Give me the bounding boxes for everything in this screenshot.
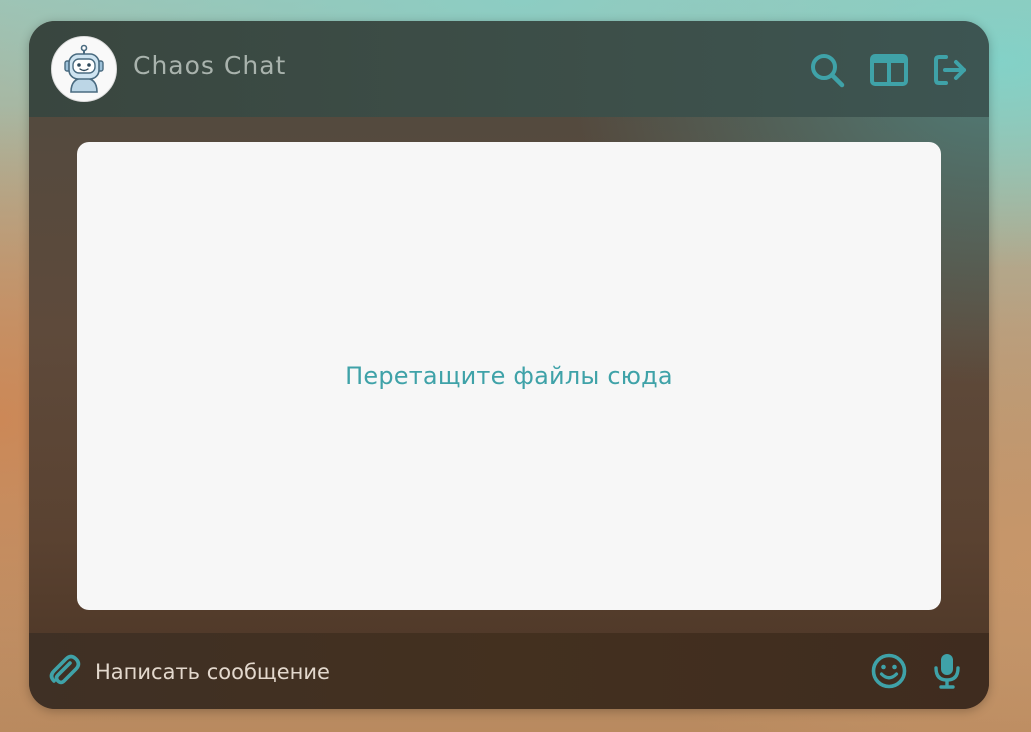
paperclip-icon <box>49 654 81 685</box>
file-dropzone[interactable]: Перетащите файлы сюда <box>77 142 941 610</box>
search-button[interactable] <box>807 50 847 90</box>
chat-header: Chaos Chat <box>29 21 989 117</box>
chat-window: Chaos Chat Перетащите файлы сюда <box>29 21 989 709</box>
split-view-button[interactable] <box>869 50 909 90</box>
dropzone-label: Перетащите файлы сюда <box>345 362 673 390</box>
smiley-icon <box>871 653 907 689</box>
app-title: Chaos Chat <box>133 51 287 80</box>
avatar[interactable] <box>51 36 117 102</box>
microphone-icon <box>934 654 960 689</box>
message-input[interactable] <box>93 652 857 692</box>
emoji-button[interactable] <box>869 651 909 691</box>
search-icon <box>811 54 845 88</box>
attach-button[interactable] <box>45 651 85 691</box>
robot-icon <box>64 44 104 93</box>
voice-button[interactable] <box>927 651 967 691</box>
logout-icon <box>934 55 966 85</box>
message-composer <box>29 633 989 709</box>
columns-icon <box>870 54 908 86</box>
logout-button[interactable] <box>931 50 971 90</box>
